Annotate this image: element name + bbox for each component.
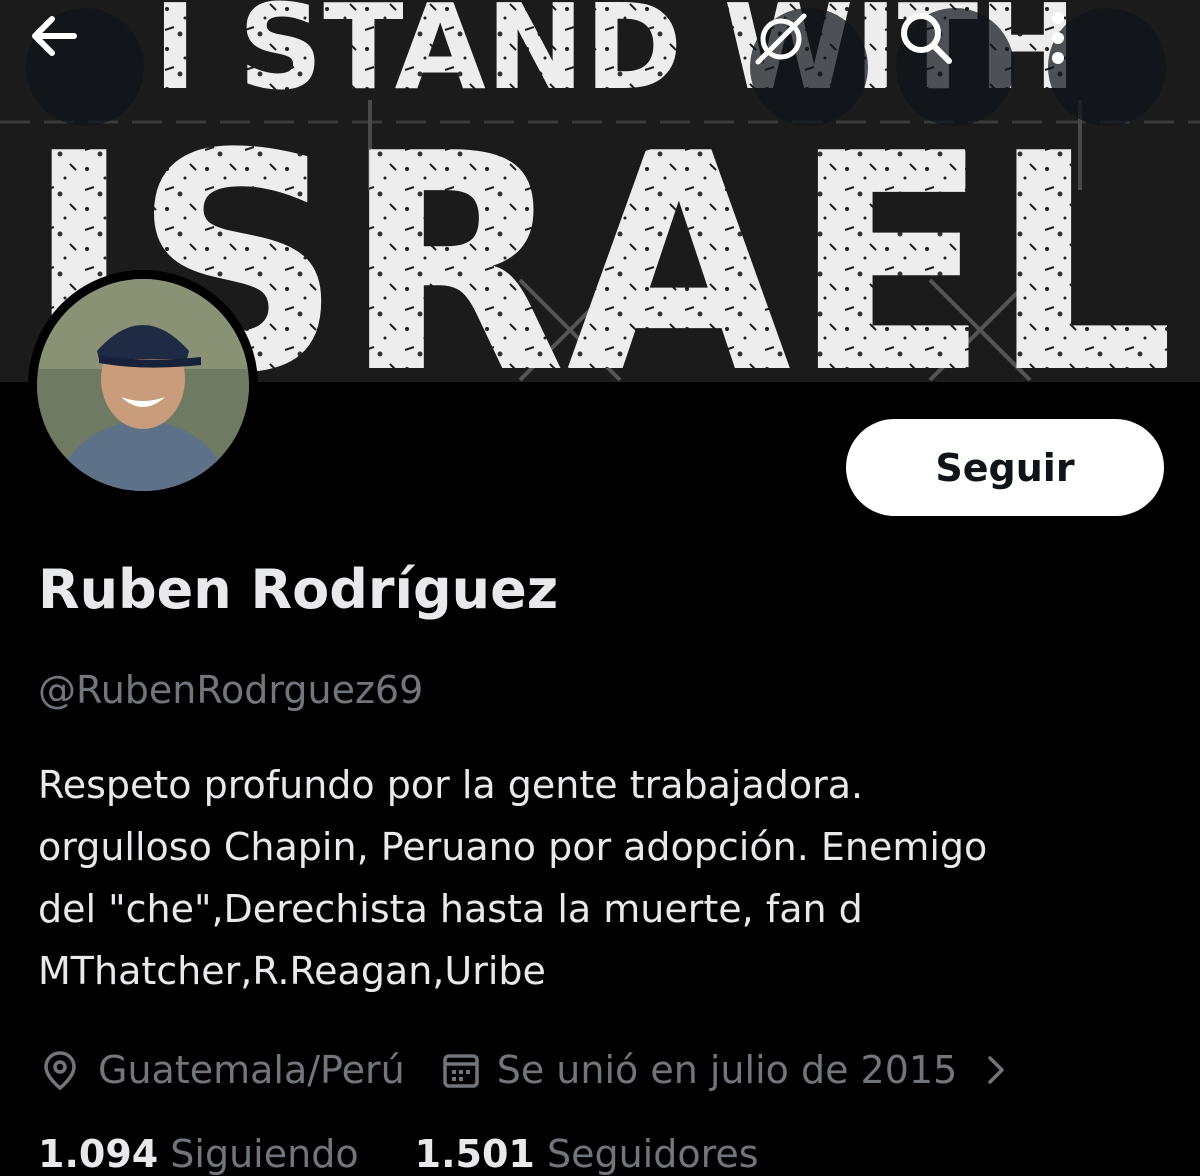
search-button[interactable] (896, 8, 1014, 126)
profile-joined: Se unió en julio de 2015 (496, 1048, 958, 1092)
bio-line: del "che",Derechista hasta la muerte, fa… (38, 887, 863, 931)
slash-circle-icon (755, 13, 807, 65)
location-icon (38, 1048, 82, 1092)
bio-line: MThatcher,R.Reagan,Uribe (38, 949, 546, 993)
more-vertical-icon (1052, 12, 1064, 64)
profile-location: Guatemala/Perú (98, 1048, 405, 1092)
followers-count: 1.501 (414, 1132, 535, 1176)
profile-name: Ruben Rodríguez (38, 558, 559, 621)
bio-line: Respeto profundo por la gente trabajador… (38, 763, 864, 807)
avatar-container[interactable] (28, 270, 258, 500)
profile-meta: Guatemala/Perú Se unió en julio de 2015 (38, 1040, 1011, 1100)
profile-bio: Respeto profundo por la gente trabajador… (38, 754, 1148, 1002)
back-button[interactable] (26, 8, 144, 126)
search-icon (901, 13, 952, 64)
chevron-right-icon[interactable] (981, 1048, 1011, 1092)
followers-label: Seguidores (546, 1132, 759, 1176)
calendar-icon (439, 1048, 483, 1092)
following-count: 1.094 (38, 1132, 159, 1176)
profile-stats: 1.094 Siguiendo 1.501 Seguidores (38, 1132, 759, 1176)
back-arrow-icon (32, 16, 77, 56)
bio-line: orgulloso Chapin, Peruano por adopción. … (38, 825, 988, 869)
more-button[interactable] (1048, 8, 1166, 126)
follow-button[interactable]: Seguir (846, 419, 1164, 516)
following-link[interactable]: 1.094 Siguiendo (38, 1132, 359, 1176)
avatar-photo (37, 279, 249, 491)
grok-button[interactable] (750, 8, 868, 126)
followers-link[interactable]: 1.501 Seguidores (415, 1132, 759, 1176)
following-label: Siguiendo (170, 1132, 359, 1176)
profile-handle: @RubenRodrguez69 (38, 668, 424, 712)
avatar[interactable] (37, 279, 249, 491)
